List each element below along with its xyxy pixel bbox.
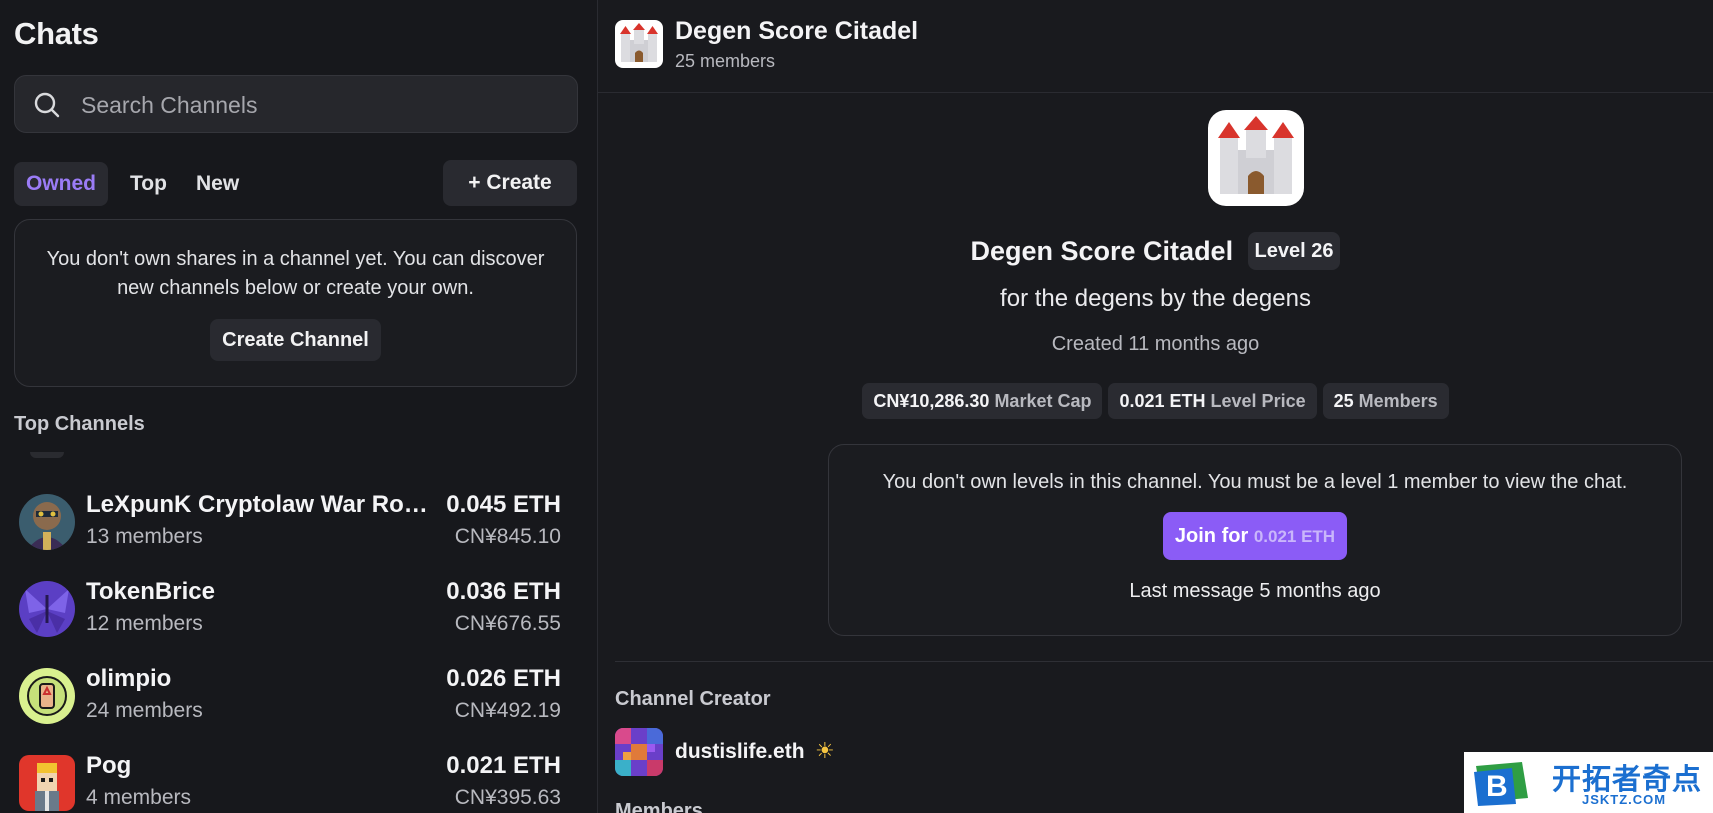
sidebar-title: Chats	[14, 16, 99, 51]
join-button[interactable]: Join for 0.021 ETH	[1162, 512, 1348, 560]
watermark-logo: B	[1474, 762, 1528, 806]
tab-new[interactable]: New	[196, 162, 239, 206]
channel-header: Degen Score Citadel 25 members	[598, 0, 1713, 93]
members-stat: 25 Members	[1322, 383, 1449, 419]
watermark-en: JSKTZ.COM	[1582, 792, 1667, 807]
channel-members: 24 members	[86, 699, 203, 722]
castle-icon	[615, 20, 663, 68]
top-channels-label: Top Channels	[14, 413, 145, 435]
market-cap-stat: CN¥10,286.30 Market Cap	[862, 383, 1103, 419]
channel-price-eth: 0.021 ETH	[446, 752, 561, 779]
clipped-avatar	[30, 452, 64, 458]
create-channel-button[interactable]: Create Channel	[210, 319, 381, 361]
channel-name: LeXpunK Cryptolaw War Ro…	[86, 491, 428, 518]
gate-message: You don't own levels in this channel. Yo…	[882, 471, 1628, 493]
tab-owned[interactable]: Owned	[14, 162, 109, 206]
channel-created: Created 11 months ago	[1051, 333, 1260, 355]
channel-panel: Degen Score Citadel 25 members Degen Sco…	[598, 0, 1713, 813]
purple-butterfly-avatar	[19, 581, 75, 637]
creator-avatar[interactable]	[615, 728, 663, 776]
channel-list: LeXpunK Cryptolaw War Ro… 13 members 0.0…	[0, 452, 597, 813]
channel-price-cny: CN¥492.19	[454, 699, 561, 722]
search-icon	[34, 92, 60, 118]
channel-members: 12 members	[86, 612, 203, 635]
channel-price-eth: 0.026 ETH	[446, 665, 561, 692]
channel-members: 13 members	[86, 525, 203, 548]
channel-price-cny: CN¥676.55	[454, 612, 561, 635]
channel-row[interactable]: LeXpunK Cryptolaw War Ro… 13 members 0.0…	[0, 481, 597, 568]
search-input[interactable]	[79, 76, 553, 134]
creator-label: Channel Creator	[615, 688, 771, 710]
pixel-face-avatar	[19, 668, 75, 724]
tab-top[interactable]: Top	[130, 162, 167, 206]
join-price: 0.021 ETH	[1253, 527, 1336, 546]
channel-tagline: for the degens by the degens	[1000, 285, 1311, 312]
access-gate-card: You don't own levels in this channel. Yo…	[828, 444, 1682, 636]
castle-icon	[1208, 110, 1304, 206]
channel-price-cny: CN¥395.63	[454, 786, 561, 809]
channel-price-eth: 0.045 ETH	[446, 491, 561, 518]
sun-icon: ☀	[815, 738, 835, 763]
channel-name: olimpio	[86, 665, 172, 692]
channel-name: Pog	[86, 752, 132, 779]
channel-row[interactable]: olimpio 24 members 0.026 ETH CN¥492.19	[0, 655, 597, 742]
channel-name: TokenBrice	[86, 578, 215, 605]
search-box[interactable]	[14, 75, 578, 134]
pixel-character-avatar	[19, 755, 75, 811]
robot-ape-avatar	[19, 494, 75, 550]
channel-price-eth: 0.036 ETH	[446, 578, 561, 605]
channel-title: Degen Score Citadel	[970, 235, 1234, 266]
creator-name[interactable]: dustislife.eth	[675, 740, 805, 764]
channel-members: 4 members	[86, 786, 192, 809]
level-price-stat: 0.021 ETH Level Price	[1108, 383, 1317, 419]
channel-stats: CN¥10,286.30 Market Cap 0.021 ETH Level …	[598, 383, 1713, 419]
create-button[interactable]: + Create	[443, 160, 577, 206]
chats-sidebar: Chats Owned Top New + Create You don't o…	[0, 0, 598, 813]
channel-title-line: Degen Score Citadel Level 26	[598, 232, 1713, 270]
header-member-count: 25 members	[675, 51, 776, 71]
channel-row[interactable]: TokenBrice 12 members 0.036 ETH CN¥676.5…	[0, 568, 597, 655]
empty-state-card: You don't own shares in a channel yet. Y…	[14, 219, 577, 387]
channel-price-cny: CN¥845.10	[454, 525, 561, 548]
last-message: Last message 5 months ago	[1129, 580, 1381, 602]
members-label: Members	[615, 800, 703, 813]
divider	[615, 661, 1713, 662]
level-badge: Level 26	[1247, 232, 1341, 270]
header-title: Degen Score Citadel	[675, 17, 919, 45]
site-watermark: B 开拓者奇点 JSKTZ.COM	[1464, 752, 1713, 813]
join-label: Join for	[1174, 525, 1249, 547]
channel-row[interactable]: Pog 4 members 0.021 ETH CN¥395.63	[0, 742, 597, 813]
svg-text:B: B	[1486, 770, 1508, 803]
empty-state-text: You don't own shares in a channel yet. Y…	[46, 248, 545, 299]
